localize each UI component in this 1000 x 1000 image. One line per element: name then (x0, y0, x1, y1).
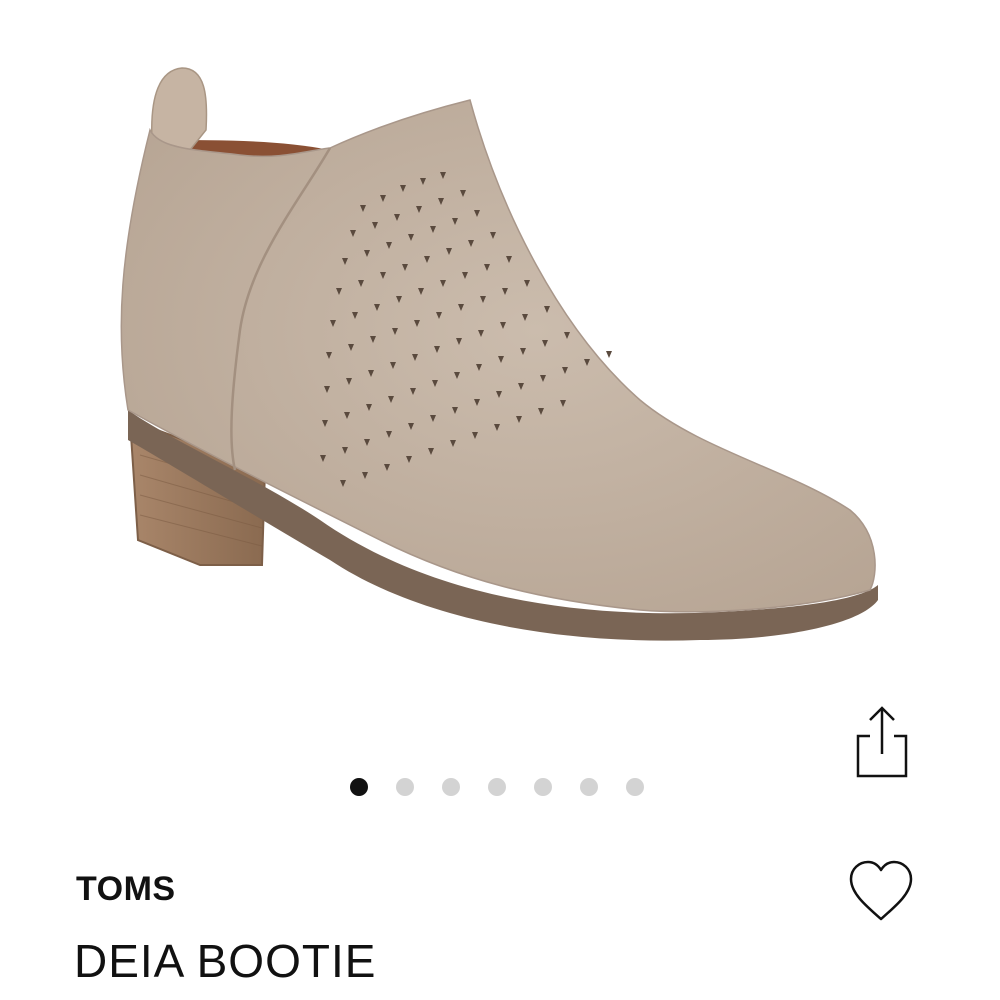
product-image (120, 67, 878, 641)
pagination-dot-7[interactable] (626, 778, 644, 796)
pagination-dot-5[interactable] (534, 778, 552, 796)
pagination-dot-2[interactable] (396, 778, 414, 796)
brand-name: TOMS (76, 870, 176, 908)
favorite-button[interactable] (845, 855, 917, 927)
pagination-dot-1[interactable] (350, 778, 368, 796)
product-image-carousel[interactable] (0, 0, 1000, 700)
pagination-dot-3[interactable] (442, 778, 460, 796)
pagination-dot-4[interactable] (488, 778, 506, 796)
heart-icon (849, 860, 913, 921)
share-icon (856, 706, 908, 778)
product-name: DEIA BOOTIE (74, 935, 377, 987)
pagination-dot-6[interactable] (580, 778, 598, 796)
share-button[interactable] (846, 700, 916, 784)
